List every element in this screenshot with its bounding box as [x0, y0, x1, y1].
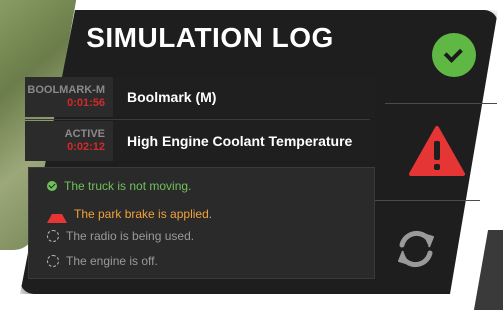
log-row-tag-cell: BOOLMARK-M 0:01:56: [25, 77, 113, 117]
status-item: The engine is off.: [47, 254, 158, 268]
log-row[interactable]: BOOLMARK-M 0:01:56 Boolmark (M): [25, 77, 375, 117]
pending-circle-icon: [47, 255, 59, 267]
warning-button[interactable]: [408, 125, 466, 177]
refresh-arrow-head: [422, 233, 434, 248]
log-row-message: High Engine Coolant Temperature: [113, 121, 375, 161]
status-item: The truck is not moving.: [47, 179, 191, 193]
status-checklist: The truck is not moving. The park brake …: [28, 167, 375, 279]
log-row-message: Boolmark (M): [113, 77, 375, 117]
confirm-button[interactable]: [432, 33, 476, 77]
log-row-time: 0:02:12: [67, 141, 105, 153]
background-dark-tile: [473, 230, 503, 310]
sidebar-divider: [385, 103, 497, 104]
status-item: The radio is being used.: [47, 229, 194, 243]
status-item-text: The engine is off.: [66, 254, 158, 268]
status-item-text: The radio is being used.: [66, 229, 195, 243]
warning-exclamation-bar: [434, 141, 440, 160]
check-circle-icon: [47, 181, 57, 191]
status-item-text: The park brake is applied.: [74, 206, 213, 221]
log-row-time: 0:01:56: [67, 97, 105, 109]
warning-exclamation-dot: [434, 164, 440, 170]
status-item: The park brake is applied.: [47, 204, 212, 223]
log-row-tag: ACTIVE: [64, 128, 105, 140]
page-title: SIMULATION LOG: [86, 22, 334, 53]
log-row[interactable]: ACTIVE 0:02:12 High Engine Coolant Tempe…: [25, 121, 375, 161]
refresh-arrow-head-lower: [398, 250, 410, 265]
status-item-text: The truck is not moving.: [64, 179, 192, 193]
warning-triangle-icon: [47, 204, 67, 223]
pending-circle-icon: [47, 230, 59, 242]
check-icon: [443, 43, 463, 63]
row-divider: [25, 119, 370, 120]
sidebar-divider: [375, 200, 480, 201]
log-row-tag-cell: ACTIVE 0:02:12: [25, 121, 113, 161]
refresh-button[interactable]: [392, 225, 440, 273]
log-row-tag: BOOLMARK-M: [27, 84, 105, 96]
